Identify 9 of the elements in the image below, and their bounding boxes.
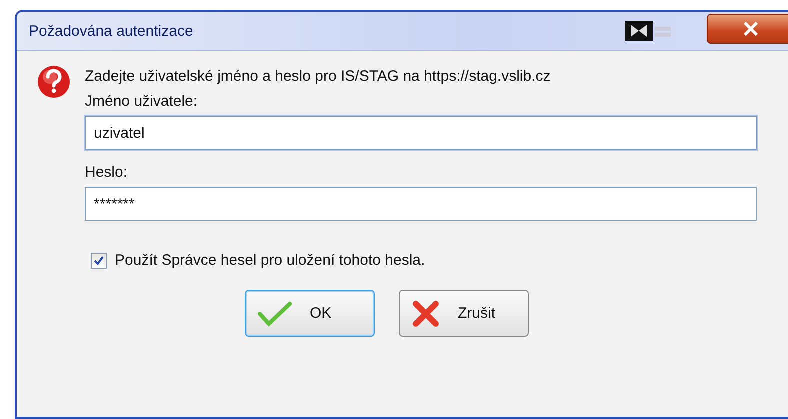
prompt-message: Zadejte uživatelské jméno a heslo pro IS/STAG na https://stag.vslib.cz [85, 67, 552, 87]
ok-button[interactable]: OK [245, 290, 375, 337]
text-field[interactable]: ******* [85, 187, 757, 221]
window-title: Požadována autentizace [29, 22, 194, 40]
text-field[interactable]: uzivatel [85, 116, 757, 150]
field-label: Heslo: [85, 164, 129, 181]
checkbox-label: Použít Správce hesel pro uložení tohoto hesla. [115, 251, 426, 271]
field-label: Jméno uživatele: [85, 93, 199, 110]
cancel-button[interactable]: Zrušit [399, 290, 529, 337]
